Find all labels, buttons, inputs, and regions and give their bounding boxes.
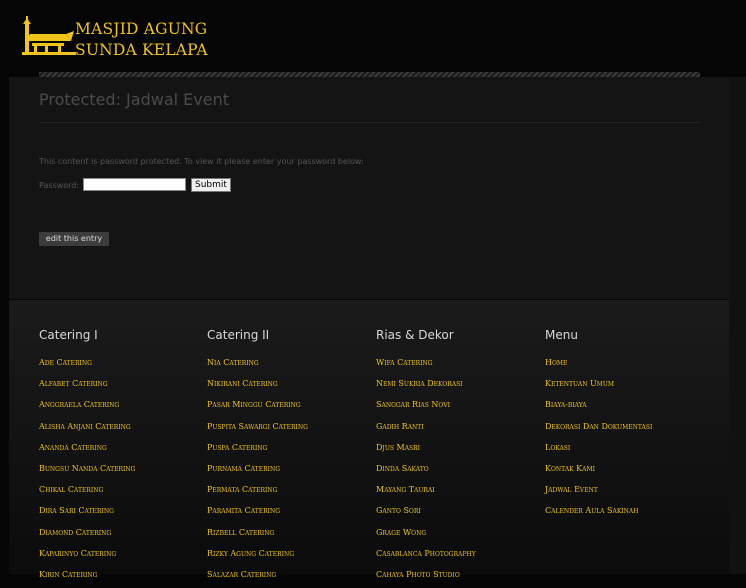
footer-link[interactable]: Dira Sari Catering [39,503,135,524]
footer-column-title: Catering II [207,328,270,342]
footer-link[interactable]: Kaparinyo Catering [39,546,135,567]
footer-link[interactable]: Nikirani Catering [207,376,308,397]
title-divider [39,122,700,123]
footer-link[interactable]: Dinda Sakato [376,461,476,482]
footer-link[interactable]: Rizbell Catering [207,525,308,546]
footer-link-list: Home Ketentuan Umum Biaya-biaya Dekorasi… [545,355,652,525]
footer-link[interactable]: Rizky Agung Catering [207,546,308,567]
submit-button[interactable]: Submit [191,178,231,192]
footer-link[interactable]: Bungsu Nanda Catering [39,461,135,482]
footer-link[interactable]: Biaya-biaya [545,397,652,418]
footer-link[interactable]: Diamond Catering [39,525,135,546]
footer-link-list: Nia Catering Nikirani Catering Pasar Min… [207,355,308,588]
footer-column-title: Rias & Dekor [376,328,454,342]
mosque-logo-icon[interactable] [18,14,78,58]
footer-link-home[interactable]: Home [545,355,652,376]
footer-link-list: Ade Catering Alfabet Catering Anggraela … [39,355,135,588]
footer-link[interactable]: Cahaya Photo Studio [376,567,476,588]
footer-column-title: Menu [545,328,578,342]
footer-link[interactable]: Sanggar Rias Novi [376,397,476,418]
password-field[interactable] [83,178,186,191]
footer-link[interactable]: Kirin Catering [39,567,135,588]
site-title-line2[interactable]: SUNDA KELAPA [75,40,208,61]
password-label: Password: [39,181,80,190]
footer: Catering I Ade Catering Alfabet Catering… [9,300,729,579]
footer-link[interactable]: Puspa Catering [207,440,308,461]
footer-link[interactable]: Chikal Catering [39,482,135,503]
footer-link[interactable]: Pasar Minggu Catering [207,397,308,418]
footer-link[interactable]: Alfabet Catering [39,376,135,397]
footer-link[interactable]: Anggraela Catering [39,397,135,418]
footer-link[interactable]: Jadwal Event [545,482,652,503]
footer-link[interactable]: Calender Aula Sakinah [545,503,652,524]
password-notice: This content is password protected. To v… [39,157,364,166]
footer-link-list: Wifa Catering Nemi Sukria Dekorasi Sangg… [376,355,476,588]
footer-link[interactable]: Grage Wong [376,525,476,546]
footer-link[interactable]: Salazar Catering [207,567,308,588]
footer-link[interactable]: Casablanca Photography [376,546,476,567]
footer-link[interactable]: Lokasi [545,440,652,461]
footer-link[interactable]: Djus Masri [376,440,476,461]
site-header: MASJID AGUNG SUNDA KELAPA [0,0,746,76]
page-side-gutter [729,77,746,574]
footer-link[interactable]: Puspita Sawargi Catering [207,419,308,440]
edit-entry-button[interactable]: edit this entry [39,232,109,246]
footer-column-title: Catering I [39,328,98,342]
footer-link[interactable]: Alisha Anjani Catering [39,419,135,440]
footer-link[interactable]: Ketentuan Umum [545,376,652,397]
page-title: Protected: Jadwal Event [39,90,229,109]
footer-link[interactable]: Gadih Ranti [376,419,476,440]
footer-link[interactable]: Mayang Taurai [376,482,476,503]
footer-link[interactable]: Wifa Catering [376,355,476,376]
footer-link[interactable]: Dekorasi Dan Dokumentasi [545,419,652,440]
footer-link[interactable]: Permata Catering [207,482,308,503]
site-title-line1[interactable]: MASJID AGUNG [75,19,208,40]
footer-link[interactable]: Paramita Catering [207,503,308,524]
site-title[interactable]: MASJID AGUNG SUNDA KELAPA [75,19,208,61]
footer-link[interactable]: Ganto Sori [376,503,476,524]
footer-link[interactable]: Nia Catering [207,355,308,376]
footer-link[interactable]: Purnama Catering [207,461,308,482]
footer-link[interactable]: Ananda Catering [39,440,135,461]
footer-link[interactable]: Nemi Sukria Dekorasi [376,376,476,397]
footer-link[interactable]: Kontak Kami [545,461,652,482]
footer-link[interactable]: Ade Catering [39,355,135,376]
